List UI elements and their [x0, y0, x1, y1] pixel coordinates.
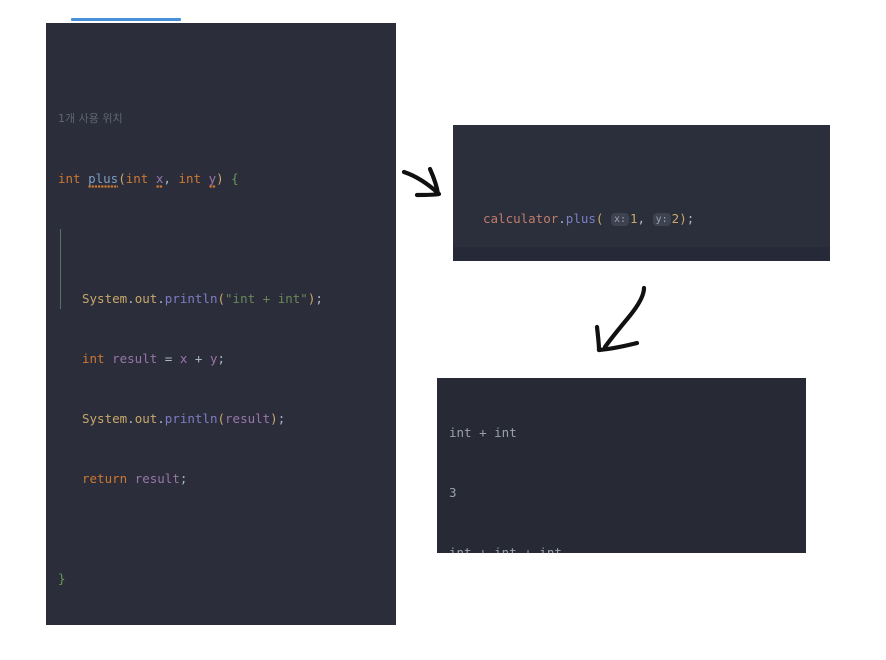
usage-hint[interactable]: 1개 사용 위치 [46, 109, 396, 129]
println-string-line: System.out.println("int + int"); [82, 291, 323, 306]
println-result-line: System.out.println(result); [82, 411, 286, 426]
method-name: plus [88, 171, 119, 186]
declaration-line: int result = x + y; [82, 351, 226, 366]
return-type: int [58, 171, 81, 186]
call-method-name: plus [565, 211, 596, 226]
method-signature: int plus(int x, int y) { [46, 169, 396, 189]
method-params: (int x, int y) { [118, 171, 239, 186]
screenshot-root: 1개 사용 위치 int plus(int x, int y) { System… [0, 0, 886, 660]
code-editor-panel[interactable]: 1개 사용 위치 int plus(int x, int y) { System… [46, 23, 396, 625]
editor-tab-indicator [71, 18, 181, 21]
editor-code[interactable]: 1개 사용 위치 int plus(int x, int y) { System… [46, 23, 396, 625]
param-hint-x: x: [610, 213, 630, 226]
call-snippet-panel[interactable]: calculator.plus( x:1, y:2); calculator.p… [453, 125, 830, 261]
decl-type: int [82, 351, 105, 366]
console-output-panel[interactable]: int + int 3 int + int + int 6 double + d… [437, 378, 806, 553]
return-line: return result; [82, 471, 188, 486]
call-panel-footer-strip [453, 247, 830, 261]
param-hint-y: y: [652, 213, 671, 226]
object-name: calculator [483, 211, 559, 226]
closing-brace: } [58, 571, 66, 586]
console-line: int + int + int [449, 545, 562, 553]
arrow-down-right-icon [401, 166, 442, 198]
arrow-down-left-icon [594, 285, 647, 353]
console-line: int + int [449, 425, 517, 440]
call-snippet-code[interactable]: calculator.plus( x:1, y:2); calculator.p… [453, 125, 830, 261]
console-output-code: int + int 3 int + int + int 6 double + d… [437, 378, 806, 553]
print-label: "int + int" [225, 291, 308, 306]
arg-value: 1 [630, 211, 638, 226]
call-line: calculator.plus( x: 1, y: 2); [483, 211, 695, 226]
console-line: 3 [449, 485, 457, 500]
